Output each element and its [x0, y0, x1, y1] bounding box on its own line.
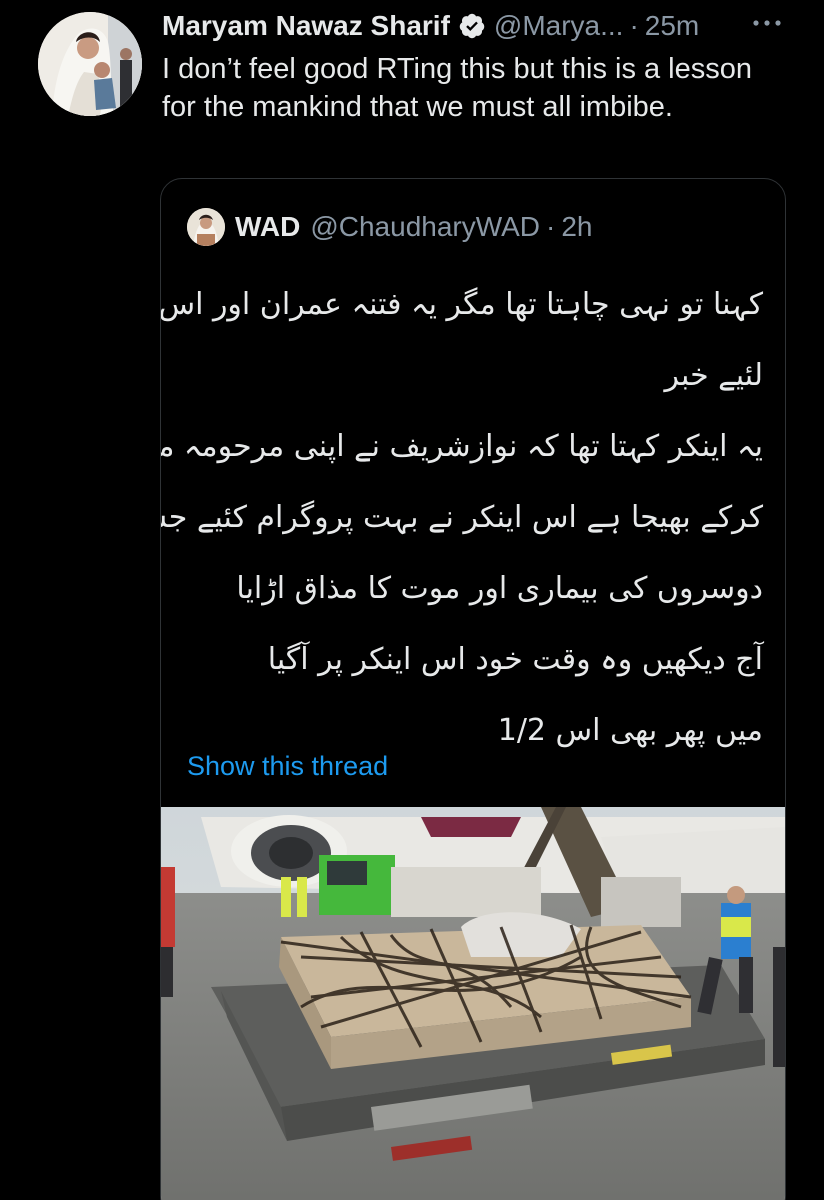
- quoted-tweet-photo[interactable]: [161, 807, 785, 1200]
- author-handle[interactable]: @Marya...: [494, 10, 624, 42]
- verified-badge-icon: [459, 13, 485, 39]
- timestamp[interactable]: 25m: [645, 10, 699, 42]
- author-name[interactable]: Maryam Nawaz Sharif: [162, 10, 450, 42]
- quoted-timestamp[interactable]: 2h: [561, 211, 592, 243]
- quoted-author-name[interactable]: WAD: [235, 211, 300, 243]
- quoted-author-handle[interactable]: @ChaudharyWAD: [310, 211, 540, 243]
- show-thread-link[interactable]: Show this thread: [187, 751, 388, 782]
- quoted-author-avatar[interactable]: [187, 208, 225, 246]
- more-icon[interactable]: [750, 8, 784, 38]
- quoted-tweet[interactable]: WAD @ChaudharyWAD · 2h کہنا تو نہی چاہتا…: [160, 178, 786, 1200]
- separator-dot: ·: [546, 211, 556, 242]
- text-line: لئیے خبر: [664, 358, 763, 393]
- text-line: یہ اینکر کہتا تھا کہ نوازشریف نے اپنی مر…: [161, 429, 763, 464]
- text-line: کہنا تو نہی چاہتا تھا مگر یہ فتنہ عمران …: [160, 287, 763, 322]
- text-line: دوسروں کی بیماری اور موت کا مذاق اڑایا: [236, 571, 763, 606]
- airport-cargo-photo: [161, 807, 785, 1200]
- text-line: آج دیکھیں وہ وقت خود اس اینکر پر آگیا: [267, 642, 763, 677]
- quoted-tweet-header: WAD @ChaudharyWAD · 2h: [187, 207, 593, 247]
- quoted-tweet-text: کہنا تو نہی چاہتا تھا مگر یہ فتنہ عمران …: [160, 269, 763, 766]
- tweet[interactable]: Maryam Nawaz Sharif @Marya... · 25m I do…: [0, 0, 824, 1200]
- author-avatar[interactable]: [38, 12, 142, 116]
- text-line: کرکے بھیجا ہے اس اینکر نے بہت پروگرام کئ…: [161, 500, 763, 535]
- separator-dot: ·: [629, 10, 639, 41]
- tweet-header: Maryam Nawaz Sharif @Marya... · 25m: [162, 8, 699, 44]
- tweet-text: I don’t feel good RTing this but this is…: [162, 53, 753, 123]
